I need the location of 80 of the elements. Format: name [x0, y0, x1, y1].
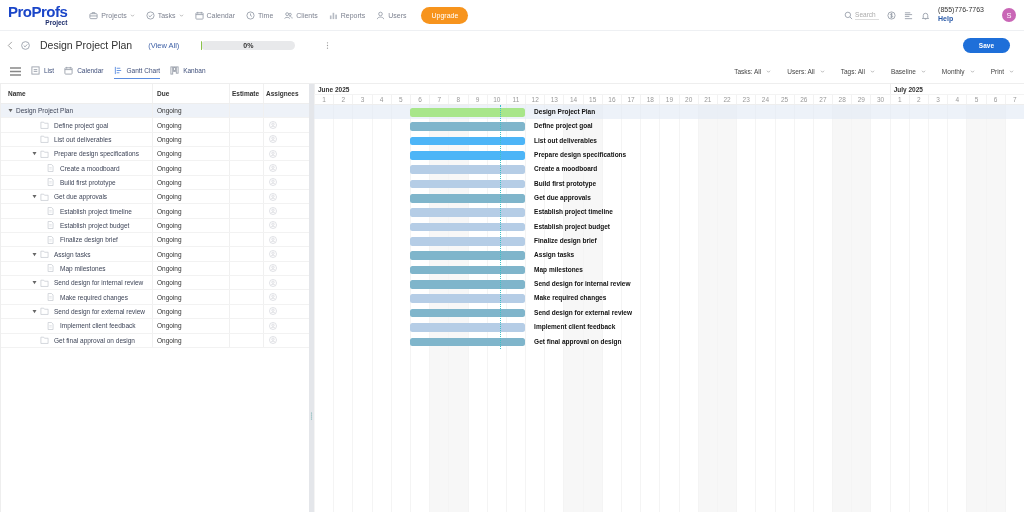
folder-icon — [40, 336, 49, 345]
grip-icon[interactable] — [310, 412, 313, 420]
caret-icon — [969, 68, 975, 74]
clock-icon — [246, 10, 255, 20]
assignee-icon[interactable] — [269, 221, 277, 230]
menu-icon[interactable] — [10, 66, 21, 76]
folder-icon — [40, 250, 49, 259]
gantt-bar[interactable] — [409, 323, 526, 332]
gantt-bar[interactable] — [409, 122, 526, 131]
assignee-icon[interactable] — [269, 192, 277, 201]
assignee-icon[interactable] — [269, 321, 277, 330]
project-title: Design Project Plan — [40, 39, 133, 51]
assignee-icon[interactable] — [269, 207, 277, 216]
gantt-bar[interactable] — [409, 208, 526, 217]
check-circle-icon — [145, 10, 155, 20]
caret-icon — [920, 68, 926, 74]
person-icon — [376, 10, 386, 20]
expand-toggle-icon[interactable] — [32, 309, 37, 314]
assignee-icon[interactable] — [269, 135, 277, 144]
list-icon[interactable] — [904, 10, 914, 20]
back-icon[interactable] — [6, 40, 15, 50]
document-icon — [47, 178, 54, 187]
folder-icon — [40, 307, 49, 316]
document-icon — [47, 293, 54, 302]
people-icon — [284, 10, 294, 20]
gantt-icon — [113, 66, 123, 75]
calendar-icon — [64, 66, 74, 75]
expand-toggle-icon[interactable] — [32, 151, 37, 157]
assignee-icon[interactable] — [269, 264, 277, 273]
check-circle-icon[interactable] — [21, 40, 30, 50]
assignee-icon[interactable] — [269, 250, 277, 259]
gantt-bar[interactable] — [409, 251, 526, 260]
dollar-icon[interactable] — [887, 10, 897, 20]
panel-splitter[interactable] — [309, 84, 314, 512]
gantt-bar[interactable] — [409, 151, 526, 160]
gantt-bar[interactable] — [409, 194, 526, 203]
logo-text: ProProfs — [8, 3, 68, 19]
expand-toggle-icon[interactable] — [32, 251, 37, 257]
kanban-icon — [170, 66, 180, 75]
assignee-icon[interactable] — [269, 293, 277, 302]
expand-toggle-icon[interactable] — [8, 108, 13, 114]
folder-icon — [40, 192, 49, 201]
document-icon — [47, 221, 54, 230]
gantt-bar[interactable] — [409, 237, 526, 246]
document-icon — [47, 264, 54, 273]
gantt-bar[interactable] — [409, 337, 526, 346]
assignee-icon[interactable] — [269, 235, 277, 244]
folder-icon — [40, 278, 49, 287]
expand-toggle-icon[interactable] — [32, 280, 37, 286]
caret-icon — [766, 68, 772, 74]
gantt-bar[interactable] — [409, 136, 526, 146]
assignee-icon[interactable] — [269, 149, 277, 158]
bar-chart-icon — [328, 10, 338, 20]
assignee-icon[interactable] — [269, 307, 277, 316]
bell-icon[interactable] — [921, 10, 931, 20]
caret-icon — [869, 68, 875, 74]
assignee-icon[interactable] — [269, 164, 277, 173]
gantt-bar[interactable] — [409, 265, 526, 275]
document-icon — [47, 321, 54, 330]
assignee-icon[interactable] — [269, 278, 277, 287]
gantt-bar[interactable] — [409, 294, 526, 303]
document-icon — [47, 235, 54, 244]
search-icon[interactable] — [844, 10, 854, 20]
caret-icon — [1009, 68, 1014, 74]
expand-toggle-icon[interactable] — [32, 194, 37, 200]
assignee-icon[interactable] — [269, 336, 277, 345]
gantt-bar[interactable] — [409, 222, 526, 232]
gantt-bar[interactable] — [409, 108, 526, 117]
document-icon — [47, 164, 54, 173]
briefcase-icon — [89, 10, 99, 20]
calendar-icon — [194, 10, 204, 20]
gantt-bar[interactable] — [409, 179, 526, 189]
gantt-bar[interactable] — [409, 308, 526, 318]
assignee-icon[interactable] — [269, 178, 277, 187]
document-icon — [47, 207, 54, 216]
list-icon — [31, 66, 40, 75]
gantt-bar[interactable] — [409, 280, 526, 289]
gantt-bar[interactable] — [409, 165, 526, 174]
caret-icon — [819, 68, 825, 74]
assignee-icon[interactable] — [269, 121, 277, 129]
